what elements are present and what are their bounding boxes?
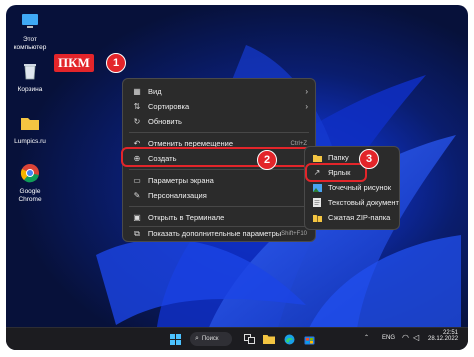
- submenu-item-bitmap[interactable]: Точечный рисунок: [305, 180, 399, 195]
- desktop[interactable]: Этот компьютер Корзина Lumpics.ru Google…: [6, 5, 468, 350]
- desktop-icon-label: Google: [19, 188, 41, 195]
- tray-overflow-chevron-icon[interactable]: ⌃: [364, 334, 369, 341]
- menu-item-personalization[interactable]: ✎ Персонализация: [123, 188, 315, 203]
- recycle-bin-icon: [24, 64, 36, 80]
- menu-item-more-options[interactable]: ⧉ Показать дополнительные параметры Shif…: [123, 227, 315, 240]
- menu-item-open-terminal[interactable]: ▣ Открыть в Терминале: [123, 210, 315, 225]
- clock-date: 28.12.2022: [428, 336, 459, 342]
- menu-item-label: Обновить: [148, 117, 182, 126]
- text-document-icon: [312, 198, 322, 208]
- search-icon: ⌕: [195, 335, 199, 342]
- edge-button[interactable]: [282, 332, 296, 346]
- submenu-item-zip-folder[interactable]: Сжатая ZIP-папка: [305, 210, 399, 225]
- menu-separator: [129, 206, 309, 207]
- display-icon: ▭: [133, 176, 141, 185]
- create-submenu: Папку ↗ Ярлык Точечный рисунок Текстовый…: [304, 146, 400, 230]
- folder-icon: [21, 118, 39, 130]
- menu-item-view[interactable]: ▦ Вид ›: [123, 84, 315, 99]
- desktop-icon-lumpics[interactable]: Lumpics.ru: [8, 113, 52, 146]
- brush-icon: ✎: [133, 191, 141, 200]
- menu-item-label: Открыть в Терминале: [148, 213, 225, 222]
- desktop-icon-this-pc[interactable]: Этот компьютер: [8, 11, 52, 52]
- desktop-icon-label: Корзина: [17, 86, 43, 93]
- monitor-icon: [22, 14, 38, 28]
- menu-item-shortcut: Ctrl+Z: [290, 140, 308, 147]
- submenu-item-label: Сжатая ZIP-папка: [328, 213, 391, 222]
- wifi-icon[interactable]: ◠: [402, 333, 409, 342]
- step-badge-3: 3: [359, 149, 379, 169]
- chevron-right-icon: ›: [305, 87, 308, 96]
- menu-item-label: Параметры экрана: [148, 176, 214, 185]
- desktop-icon-chrome[interactable]: Google Chrome: [8, 163, 52, 204]
- menu-item-label: Сортировка: [148, 102, 190, 111]
- task-view-button[interactable]: [242, 332, 256, 346]
- desktop-icon-label: Lumpics.ru: [14, 138, 46, 145]
- menu-item-display-settings[interactable]: ▭ Параметры экрана: [123, 173, 315, 188]
- image-icon: [312, 183, 322, 193]
- language-indicator[interactable]: ENG: [382, 335, 395, 341]
- menu-separator: [129, 132, 309, 133]
- grid-icon: ▦: [133, 87, 141, 96]
- taskbar-search[interactable]: ⌕ Поиск: [190, 332, 232, 346]
- refresh-icon: ↻: [133, 117, 141, 126]
- task-view-icon: [243, 334, 255, 344]
- submenu-item-label: Текстовый документ: [327, 198, 399, 207]
- chevron-right-icon: ›: [305, 102, 308, 111]
- desktop-icon-recycle-bin[interactable]: Корзина: [8, 61, 52, 94]
- volume-icon[interactable]: ◁: [413, 333, 419, 342]
- highlight-create: [121, 147, 313, 167]
- menu-item-label: Показать дополнительные параметры: [147, 229, 282, 238]
- zip-folder-icon: [312, 213, 322, 223]
- edge-icon: [284, 334, 294, 344]
- step-badge-1: 1: [106, 53, 126, 73]
- clock[interactable]: 22:51 28.12.2022: [428, 330, 458, 342]
- menu-item-refresh[interactable]: ↻ Обновить: [123, 114, 315, 129]
- rmb-callout-label: ПКМ: [54, 54, 94, 72]
- submenu-item-text-document[interactable]: Текстовый документ: [305, 195, 399, 210]
- folder-icon: [312, 153, 322, 163]
- menu-item-shortcut: Shift+F10: [281, 230, 307, 237]
- file-explorer-button[interactable]: [262, 332, 276, 346]
- more-options-icon: ⧉: [134, 228, 140, 238]
- menu-item-label: Персонализация: [148, 191, 207, 200]
- search-label: Поиск: [201, 336, 219, 342]
- highlight-shortcut: [305, 163, 367, 182]
- sort-icon: ⇅: [133, 102, 141, 111]
- menu-item-label: Вид: [148, 87, 162, 96]
- windows-icon: [169, 333, 181, 345]
- start-button[interactable]: [168, 332, 182, 346]
- desktop-icon-label: Chrome: [18, 196, 42, 203]
- chrome-icon: [20, 164, 39, 183]
- store-button[interactable]: [302, 332, 316, 346]
- taskbar: ⌕ Поиск ⌃ ENG ◠ ◁ 22:51 28.12.2022: [6, 327, 468, 350]
- step-badge-2: 2: [257, 150, 277, 170]
- desktop-icon-label: компьютер: [13, 44, 47, 51]
- submenu-item-label: Точечный рисунок: [328, 183, 391, 192]
- store-icon: [304, 336, 314, 344]
- terminal-icon: ▣: [133, 213, 141, 222]
- menu-separator: [129, 169, 309, 170]
- desktop-icon-label: Этот: [22, 36, 38, 43]
- menu-item-sort[interactable]: ⇅ Сортировка ›: [123, 99, 315, 114]
- folder-icon: [263, 335, 275, 344]
